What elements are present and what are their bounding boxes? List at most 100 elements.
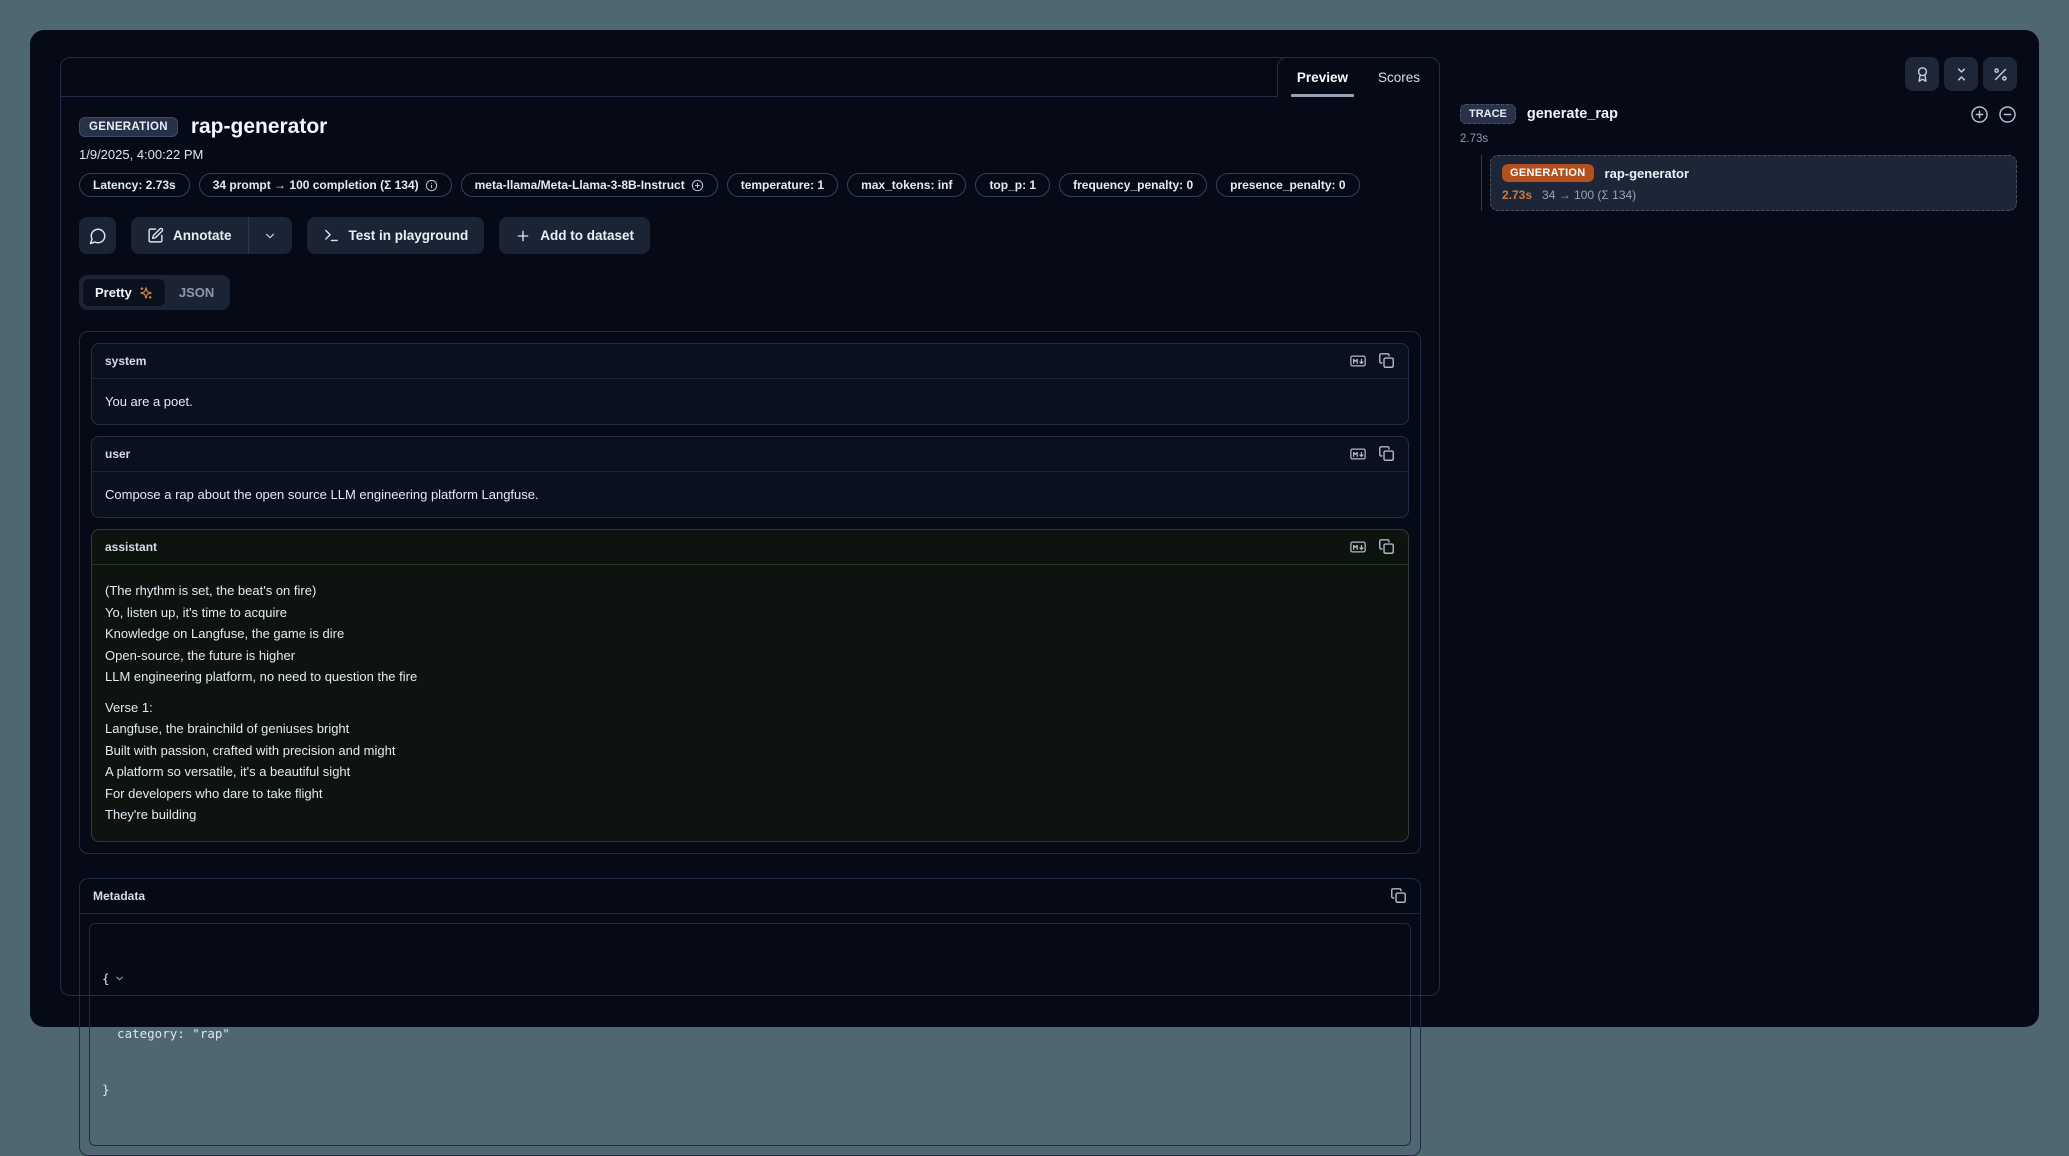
observation-detail-panel: Preview Scores GENERATION rap-generator … xyxy=(60,57,1440,996)
actions-row: Annotate Test in playground xyxy=(79,217,1421,254)
json-open-brace: { xyxy=(102,970,110,989)
metadata-header: Metadata xyxy=(80,879,1420,914)
json-close-brace: } xyxy=(102,1081,1398,1100)
copy-icon[interactable] xyxy=(1378,445,1395,463)
node-title-row: GENERATION rap-generator xyxy=(1502,164,2005,182)
collapse-chevron-icon[interactable] xyxy=(114,973,125,984)
annotate-split-button: Annotate xyxy=(131,217,292,254)
add-to-dataset-button[interactable]: Add to dataset xyxy=(499,217,650,254)
json-view-tab[interactable]: JSON xyxy=(167,279,226,306)
sidebar-icon-row xyxy=(1460,57,2017,91)
tab-scores[interactable]: Scores xyxy=(1363,58,1435,97)
tab-strip: Preview Scores xyxy=(1277,57,1440,97)
generation-token-counts: 34 → 100 (Σ 134) xyxy=(1542,188,1636,202)
annotate-dropdown-button[interactable] xyxy=(248,217,292,254)
scores-award-button[interactable] xyxy=(1905,57,1939,91)
assistant-message-header: assistant xyxy=(92,530,1408,565)
message-tools xyxy=(1349,352,1395,370)
assistant-line: Verse 1: xyxy=(105,697,1395,719)
app-window: Preview Scores GENERATION rap-generator … xyxy=(30,30,2039,1027)
title-row: GENERATION rap-generator xyxy=(79,115,1421,139)
json-property: category: "rap" xyxy=(102,1025,1398,1044)
sparkles-icon xyxy=(139,286,153,300)
presence-penalty-chip: presence_penalty: 0 xyxy=(1216,173,1359,197)
assistant-line: Open-source, the future is higher xyxy=(105,645,1395,667)
panel-body: GENERATION rap-generator 1/9/2025, 4:00:… xyxy=(61,97,1439,1156)
observation-type-badge: GENERATION xyxy=(79,117,178,137)
assistant-line: Langfuse, the brainchild of geniuses bri… xyxy=(105,718,1395,740)
pretty-view-tab[interactable]: Pretty xyxy=(83,279,165,306)
assistant-line: For developers who dare to take flight xyxy=(105,783,1395,805)
edit-icon xyxy=(147,227,164,244)
trace-tree: GENERATION rap-generator 2.73s 34 → 100 … xyxy=(1460,155,2017,211)
message-role-label: system xyxy=(105,354,146,368)
message-role-label: assistant xyxy=(105,540,157,554)
trace-actions xyxy=(1970,105,2017,124)
trace-name: generate_rap xyxy=(1527,106,1959,122)
assistant-line: LLM engineering platform, no need to que… xyxy=(105,666,1395,688)
assistant-line xyxy=(105,688,1395,697)
markdown-toggle-icon[interactable] xyxy=(1349,538,1367,556)
model-chip[interactable]: meta-llama/Meta-Llama-3-8B-Instruct xyxy=(461,173,718,197)
trace-duration: 2.73s xyxy=(1460,133,2017,145)
collapse-all-icon[interactable] xyxy=(1998,105,2017,124)
fold-vertical-icon xyxy=(1953,66,1970,83)
metadata-card: Metadata { category: "rap" xyxy=(79,878,1421,1156)
token-usage-chip[interactable]: 34 prompt → 100 completion (Σ 134) xyxy=(199,173,452,197)
message-tools xyxy=(1349,538,1395,556)
test-in-playground-button[interactable]: Test in playground xyxy=(307,217,485,254)
assistant-line: A platform so versatile, it's a beautifu… xyxy=(105,761,1395,783)
generation-name: rap-generator xyxy=(1605,166,1690,181)
comment-icon xyxy=(89,227,107,245)
metrics-percent-button[interactable] xyxy=(1983,57,2017,91)
tab-preview[interactable]: Preview xyxy=(1282,58,1363,97)
system-message-card: system You are a poet. xyxy=(91,343,1409,425)
tabs-bar: Preview Scores xyxy=(61,58,1439,97)
assistant-line: Built with passion, crafted with precisi… xyxy=(105,740,1395,762)
system-message-content: You are a poet. xyxy=(92,379,1408,424)
user-message-header: user xyxy=(92,437,1408,472)
tree-indent-guide xyxy=(1481,155,1482,211)
percent-icon xyxy=(1992,66,2009,83)
copy-icon[interactable] xyxy=(1378,538,1395,556)
page-title: rap-generator xyxy=(191,115,328,139)
temperature-chip: temperature: 1 xyxy=(727,173,838,197)
timestamp: 1/9/2025, 4:00:22 PM xyxy=(79,147,1421,162)
trace-root-row[interactable]: TRACE generate_rap xyxy=(1460,104,2017,124)
copy-icon[interactable] xyxy=(1390,887,1407,904)
message-role-label: user xyxy=(105,447,130,461)
trace-tree-sidebar: TRACE generate_rap 2.73s GENERATION rap-… xyxy=(1460,57,2017,211)
generation-duration: 2.73s xyxy=(1502,188,1532,202)
node-stats-row: 2.73s 34 → 100 (Σ 134) xyxy=(1502,188,2005,202)
comment-button[interactable] xyxy=(79,217,116,254)
generation-type-badge: GENERATION xyxy=(1502,164,1594,182)
message-tools xyxy=(1349,445,1395,463)
assistant-line: Knowledge on Langfuse, the game is dire xyxy=(105,623,1395,645)
assistant-message-card: assistant (The rhythm is set, the beat's… xyxy=(91,529,1409,842)
system-message-header: system xyxy=(92,344,1408,379)
assistant-message-content: (The rhythm is set, the beat's on fire) … xyxy=(92,565,1408,841)
metadata-title: Metadata xyxy=(93,889,145,903)
info-icon xyxy=(425,179,438,192)
metadata-json-viewer: { category: "rap" } xyxy=(89,923,1411,1147)
chevron-down-icon xyxy=(263,229,277,243)
assistant-line: They're building xyxy=(105,804,1395,826)
generation-node-selected[interactable]: GENERATION rap-generator 2.73s 34 → 100 … xyxy=(1490,155,2017,211)
metadata-body: { category: "rap" } xyxy=(80,914,1420,1156)
user-message-card: user Compose a rap about the open source… xyxy=(91,436,1409,518)
messages-container: system You are a poet. xyxy=(79,331,1421,854)
terminal-icon xyxy=(323,227,340,244)
markdown-toggle-icon[interactable] xyxy=(1349,445,1367,463)
annotate-button[interactable]: Annotate xyxy=(131,217,248,254)
top-p-chip: top_p: 1 xyxy=(975,173,1050,197)
plus-icon xyxy=(515,228,531,244)
trace-type-badge: TRACE xyxy=(1460,104,1516,124)
copy-icon[interactable] xyxy=(1378,352,1395,370)
user-message-content: Compose a rap about the open source LLM … xyxy=(92,472,1408,517)
plus-circle-icon xyxy=(691,179,704,192)
expand-all-icon[interactable] xyxy=(1970,105,1989,124)
markdown-toggle-icon[interactable] xyxy=(1349,352,1367,370)
collapse-all-button[interactable] xyxy=(1944,57,1978,91)
latency-chip: Latency: 2.73s xyxy=(79,173,190,197)
frequency-penalty-chip: frequency_penalty: 0 xyxy=(1059,173,1207,197)
